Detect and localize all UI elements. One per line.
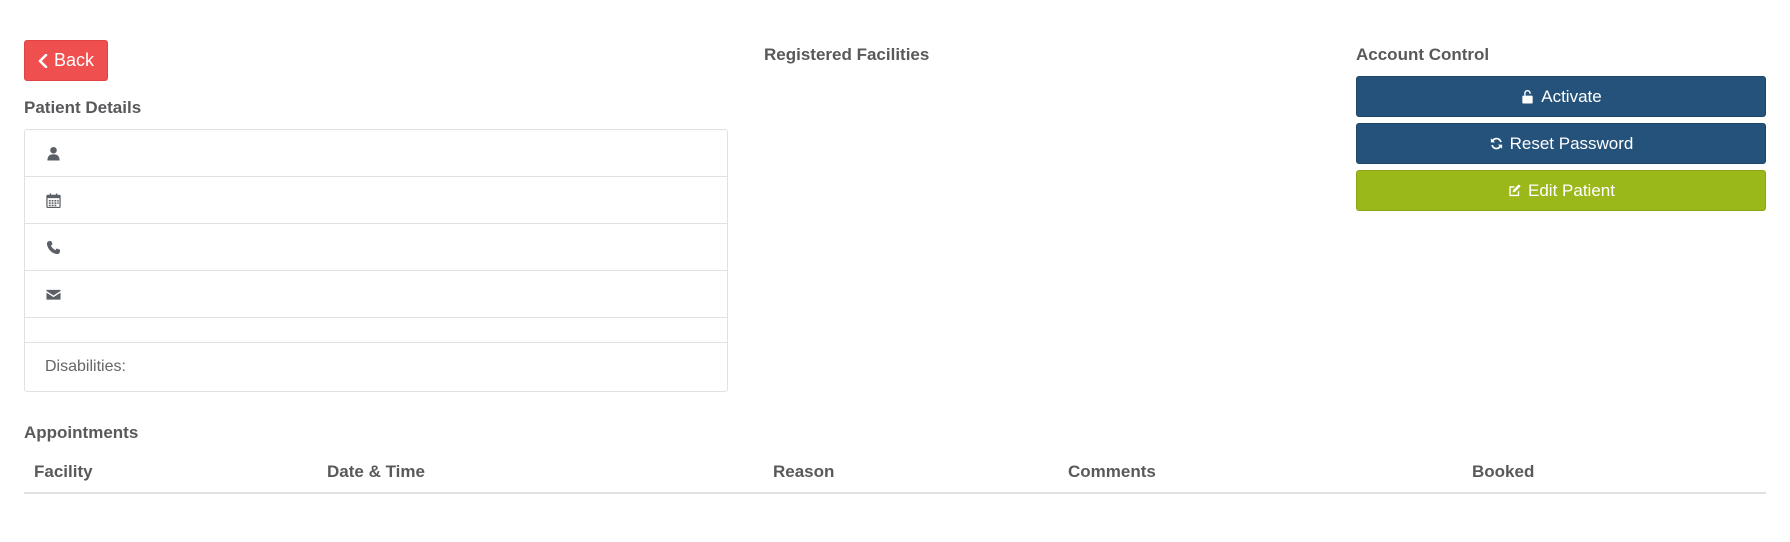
- back-button-label: Back: [53, 50, 95, 70]
- disabilities-label: Disabilities:: [45, 358, 126, 375]
- column-header-facility: Facility: [24, 452, 317, 494]
- user-icon: [45, 145, 61, 161]
- account-control-heading: Account Control: [1356, 45, 1490, 64]
- detail-row-name: [25, 130, 727, 177]
- appointments-header-row: Facility Date & Time Reason Comments Boo…: [24, 452, 1766, 494]
- edit-patient-button-label: Edit Patient: [1528, 180, 1615, 200]
- patient-details-heading: Patient Details: [24, 98, 142, 117]
- column-header-date-time: Date & Time: [317, 452, 763, 494]
- detail-row-disabilities: Disabilities:: [25, 343, 727, 391]
- chevron-left-icon: [38, 53, 48, 68]
- reset-password-button[interactable]: Reset Password: [1356, 123, 1766, 164]
- patient-details-panel: Disabilities:: [24, 129, 728, 392]
- phone-icon: [45, 239, 61, 255]
- activate-button-label: Activate: [1541, 86, 1602, 106]
- envelope-icon: [45, 286, 61, 302]
- edit-icon: [1509, 184, 1521, 197]
- unlock-icon: [1522, 89, 1533, 104]
- back-button[interactable]: Back: [24, 40, 108, 81]
- column-header-comments: Comments: [1058, 452, 1462, 494]
- reset-password-button-label: Reset Password: [1509, 133, 1634, 153]
- calendar-icon: [45, 192, 61, 208]
- refresh-icon: [1490, 137, 1502, 150]
- detail-row-dob: [25, 177, 727, 224]
- appointments-table: Facility Date & Time Reason Comments Boo…: [24, 452, 1766, 494]
- column-header-booked: Booked: [1462, 452, 1766, 494]
- activate-button[interactable]: Activate: [1356, 76, 1766, 117]
- appointments-heading: Appointments: [24, 423, 139, 442]
- edit-patient-button[interactable]: Edit Patient: [1356, 170, 1766, 211]
- detail-row-blank: [25, 318, 727, 343]
- column-header-reason: Reason: [763, 452, 1058, 494]
- registered-facilities-heading: Registered Facilities: [764, 45, 930, 64]
- detail-row-email: [25, 271, 727, 318]
- patient-profile-page: Back Patient Details Disabilities: Regis…: [0, 0, 1790, 542]
- detail-row-phone: [25, 224, 727, 271]
